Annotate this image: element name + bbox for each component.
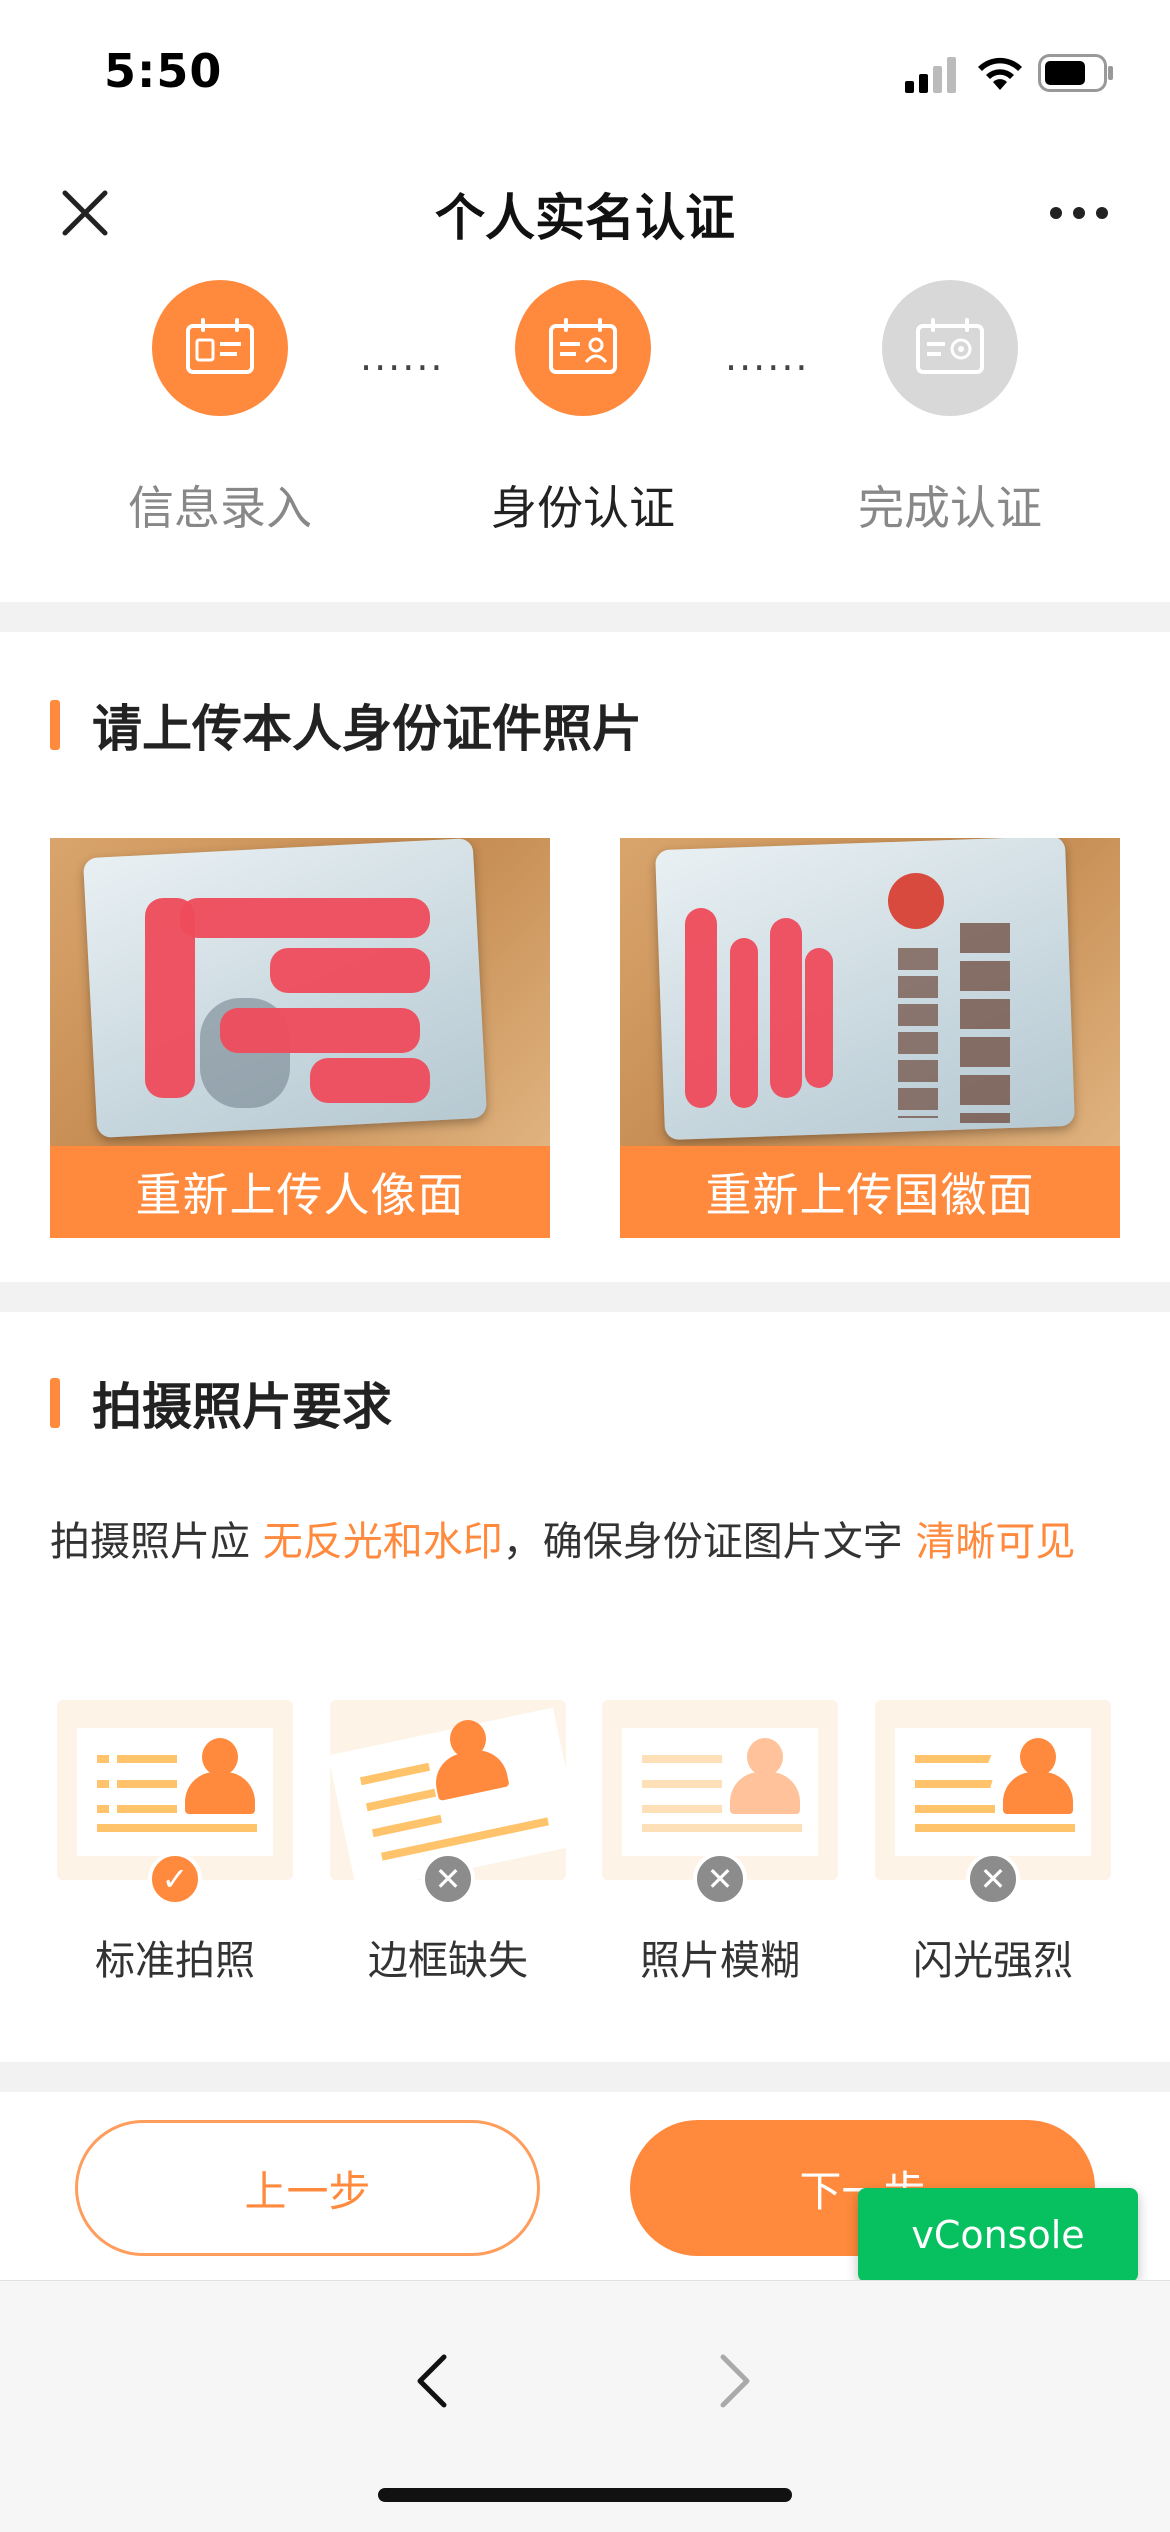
step-info-entry: 信息录入: [70, 270, 370, 538]
close-circle-icon: ✕: [421, 1852, 475, 1906]
id-emblem-photo: [620, 838, 1120, 1146]
section-accent-bar: [50, 1378, 60, 1428]
status-bar: 5:50: [0, 0, 1170, 150]
close-circle-icon: ✕: [693, 1852, 747, 1906]
chevron-right-icon: [720, 2354, 750, 2408]
step-separator: ······: [360, 346, 445, 390]
national-emblem-icon: [888, 873, 944, 929]
wifi-icon: [978, 57, 1022, 90]
step-circle: [152, 280, 288, 416]
vconsole-button[interactable]: vConsole: [858, 2188, 1138, 2282]
upload-card-emblem[interactable]: 重新上传国徽面: [620, 838, 1120, 1238]
battery-icon: [1038, 54, 1113, 92]
status-time: 5:50: [104, 44, 223, 98]
example-strong-flash: ✕ 闪光强烈: [873, 1700, 1113, 1986]
example-standard: ✓ 标准拍照: [55, 1700, 295, 1986]
prev-step-button[interactable]: 上一步: [75, 2120, 540, 2256]
id-card-check-icon: [916, 318, 984, 374]
step-complete: 完成认证: [800, 270, 1100, 538]
upload-section-header: 请上传本人身份证件照片: [50, 695, 642, 758]
chevron-left-icon: [417, 2354, 447, 2408]
section-divider: [0, 2062, 1170, 2092]
step-label: 完成认证: [858, 481, 1042, 535]
requirements-section-header: 拍摄照片要求: [50, 1373, 392, 1436]
section-divider: [0, 602, 1170, 632]
req-text-highlight: 无反光和水印: [262, 1519, 503, 1565]
req-text-part: 拍摄照片应: [50, 1519, 263, 1565]
page-title: 个人实名认证: [435, 189, 735, 247]
upload-section-title: 请上传本人身份证件照片: [92, 700, 642, 758]
id-portrait-photo: [50, 838, 550, 1146]
example-label: 边框缺失: [368, 1938, 528, 1984]
upload-card-portrait[interactable]: 重新上传人像面: [50, 838, 550, 1238]
close-circle-icon: ✕: [966, 1852, 1020, 1906]
browser-forward-button[interactable]: [695, 2341, 775, 2421]
nav-bar: 个人实名认证: [0, 150, 1170, 260]
section-accent-bar: [50, 700, 60, 750]
signal-icon: [905, 57, 956, 93]
reupload-emblem-button[interactable]: 重新上传国徽面: [620, 1146, 1120, 1238]
home-indicator: [378, 2488, 792, 2502]
example-border-missing: ✕ 边框缺失: [328, 1700, 568, 1986]
example-label: 闪光强烈: [913, 1938, 1073, 1984]
reupload-portrait-button[interactable]: 重新上传人像面: [50, 1146, 550, 1238]
progress-stepper: 信息录入 ······ 身份认证 ······ 完成认证: [0, 270, 1170, 600]
browser-back-button[interactable]: [392, 2341, 472, 2421]
req-text-part: ，确保身份证图片文字: [502, 1519, 916, 1565]
section-divider: [0, 1282, 1170, 1312]
example-blurry: ✕ 照片模糊: [600, 1700, 840, 1986]
example-label: 标准拍照: [95, 1938, 255, 1984]
step-circle: [515, 280, 651, 416]
requirements-section-title: 拍摄照片要求: [92, 1378, 392, 1436]
step-circle: [882, 280, 1018, 416]
requirements-description: 拍摄照片应 无反光和水印，确保身份证图片文字 清晰可见: [50, 1510, 1120, 1574]
id-card-icon: [186, 318, 254, 374]
step-label: 信息录入: [128, 481, 312, 535]
step-separator: ······: [725, 346, 810, 390]
step-identity-verification: 身份认证: [433, 270, 733, 538]
more-icon: [1050, 207, 1108, 219]
id-card-person-icon: [549, 318, 617, 374]
check-icon: ✓: [148, 1852, 202, 1906]
more-button[interactable]: [1044, 178, 1114, 248]
step-label: 身份认证: [491, 481, 675, 535]
example-label: 照片模糊: [640, 1938, 800, 1984]
req-text-highlight: 清晰可见: [915, 1519, 1076, 1565]
